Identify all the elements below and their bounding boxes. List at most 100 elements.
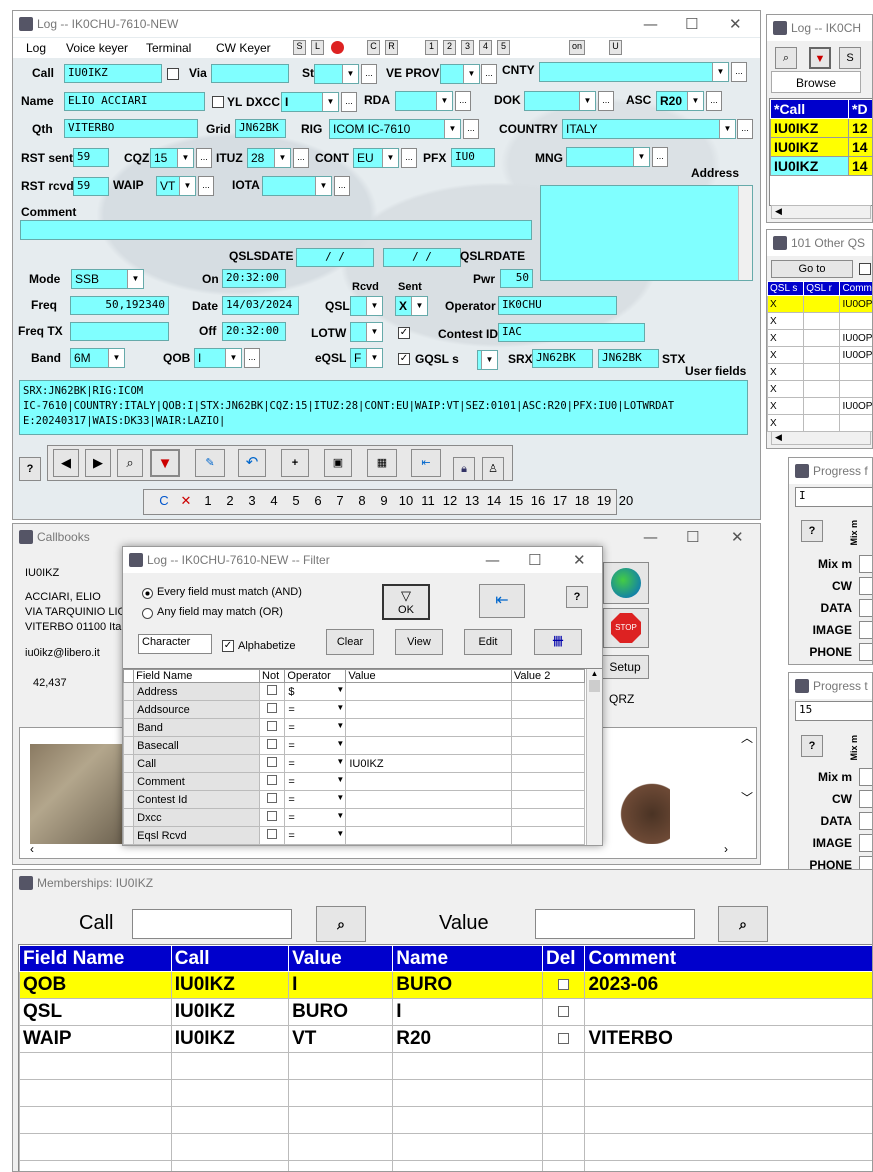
- chevron-down-icon[interactable]: ▼: [336, 793, 344, 802]
- other-qsl-cell[interactable]: IU0OPT: [839, 346, 872, 364]
- pfx-field[interactable]: IU0: [451, 148, 495, 167]
- page-12-button[interactable]: 12: [439, 493, 461, 509]
- setup-button[interactable]: Setup: [601, 655, 649, 679]
- chevron-down-icon[interactable]: ▼: [179, 177, 195, 195]
- dxcc-more-button[interactable]: ...: [341, 92, 357, 112]
- memberships-cell[interactable]: [19, 1133, 172, 1161]
- memberships-cell[interactable]: [288, 1133, 394, 1161]
- via-field[interactable]: [211, 64, 289, 83]
- via-checkbox[interactable]: [167, 68, 179, 80]
- goto-button[interactable]: Go to: [771, 260, 853, 278]
- filter-not-cell[interactable]: [259, 682, 286, 701]
- rda-combo[interactable]: ▼: [395, 91, 453, 111]
- filter-row[interactable]: Address $ ▼: [123, 682, 586, 701]
- other-qsl-col[interactable]: QSL s: [767, 281, 805, 296]
- page-5-button[interactable]: 5: [285, 493, 307, 509]
- other-qsl-cell[interactable]: X: [767, 329, 805, 347]
- memory-1-button[interactable]: 1: [425, 40, 438, 55]
- memberships-cell[interactable]: VITERBO: [584, 1025, 872, 1053]
- other-qsl-cell[interactable]: X: [767, 363, 805, 381]
- not-checkbox[interactable]: [267, 775, 278, 785]
- filter-not-cell[interactable]: [259, 826, 286, 845]
- address-scrollbar[interactable]: [738, 186, 752, 280]
- memberships-cell[interactable]: BURO: [392, 971, 543, 999]
- memberships-row[interactable]: [19, 1160, 872, 1171]
- memberships-cell[interactable]: [541, 998, 586, 1026]
- eqsl-rcvd-combo[interactable]: F ▼: [350, 348, 383, 368]
- goto-checkbox[interactable]: [859, 263, 871, 275]
- country-more-button[interactable]: ...: [737, 119, 753, 139]
- memberships-cell[interactable]: [288, 1106, 394, 1134]
- other-qsl-hscrollbar[interactable]: ◀: [771, 431, 871, 445]
- chevron-down-icon[interactable]: ▼: [336, 811, 344, 820]
- memberships-cell[interactable]: [584, 1160, 872, 1171]
- other-qsl-row[interactable]: X: [767, 312, 872, 330]
- srx-field[interactable]: JN62BK: [532, 349, 593, 368]
- filter-value2-cell[interactable]: [510, 736, 586, 755]
- filter-field-name[interactable]: Address: [133, 682, 261, 701]
- qslrdate-field[interactable]: / /: [383, 248, 461, 267]
- filter-value2-cell[interactable]: [510, 682, 586, 701]
- other-qsl-cell[interactable]: [839, 363, 872, 381]
- chevron-down-icon[interactable]: ▼: [382, 149, 398, 167]
- qslsdate-field[interactable]: / /: [296, 248, 374, 267]
- filter-row[interactable]: Dxcc = ▼: [123, 808, 586, 827]
- mode-combo[interactable]: SSB ▼: [71, 269, 144, 289]
- other-qsl-cell[interactable]: [803, 312, 841, 330]
- minimize-icon[interactable]: —: [643, 15, 658, 33]
- page-1-button[interactable]: 1: [197, 493, 219, 509]
- u-button[interactable]: U: [609, 40, 622, 55]
- memberships-cell[interactable]: [392, 1079, 543, 1107]
- chevron-down-icon[interactable]: ▼: [336, 757, 344, 766]
- rig-combo[interactable]: ICOM IC-7610 ▼: [329, 119, 461, 139]
- browse-row[interactable]: IU0IKZ 14: [770, 156, 872, 176]
- memberships-col[interactable]: Comment: [584, 945, 872, 972]
- memberships-cell[interactable]: [541, 1106, 586, 1134]
- memb-value-input[interactable]: [535, 909, 695, 939]
- lotw-sent-checkbox[interactable]: ✓: [398, 327, 410, 339]
- menu-terminal[interactable]: Terminal: [146, 41, 191, 55]
- browse-row[interactable]: IU0IKZ 12: [770, 118, 872, 138]
- memberships-cell[interactable]: QOB: [19, 971, 172, 999]
- filter-icon[interactable]: ▼: [150, 449, 180, 477]
- qth-field[interactable]: VITERBO: [64, 119, 198, 138]
- qob-more-button[interactable]: ...: [244, 348, 260, 368]
- del-checkbox[interactable]: [558, 1033, 570, 1044]
- memberships-cell[interactable]: [392, 1052, 543, 1080]
- other-qsl-cell[interactable]: IU0OPT: [839, 329, 872, 347]
- memory-3-button[interactable]: 3: [461, 40, 474, 55]
- filter-vscrollbar[interactable]: ▲: [586, 669, 602, 845]
- on-button[interactable]: on: [569, 40, 585, 55]
- stx-field[interactable]: JN62BK: [598, 349, 659, 368]
- memberships-col[interactable]: Field Name: [19, 945, 172, 972]
- comment-field[interactable]: [20, 220, 532, 240]
- other-qsl-cell[interactable]: [839, 414, 872, 432]
- filter-value2-cell[interactable]: [510, 808, 586, 827]
- filter-operator-cell[interactable]: = ▼: [284, 826, 347, 845]
- operator-field[interactable]: IK0CHU: [498, 296, 617, 315]
- rst-sent-field[interactable]: 59: [73, 148, 109, 167]
- maximize-icon[interactable]: ☐: [528, 551, 541, 569]
- filter-value-cell[interactable]: [345, 700, 512, 719]
- st-more-button[interactable]: ...: [361, 64, 377, 84]
- view-button[interactable]: View: [395, 629, 443, 655]
- memory-4-button[interactable]: 4: [479, 40, 492, 55]
- maximize-icon[interactable]: ☐: [686, 528, 699, 546]
- memberships-cell[interactable]: [541, 1052, 586, 1080]
- not-checkbox[interactable]: [267, 721, 278, 731]
- filter-not-cell[interactable]: [259, 772, 286, 791]
- memberships-cell[interactable]: 2023-06: [584, 971, 872, 999]
- globe-icon[interactable]: [603, 562, 649, 604]
- browse-hscrollbar[interactable]: ◀: [771, 205, 871, 219]
- row-selector[interactable]: [123, 808, 135, 827]
- address-textarea[interactable]: [540, 185, 753, 281]
- page-4-button[interactable]: 4: [263, 493, 285, 509]
- filter-value-cell[interactable]: [345, 808, 512, 827]
- remove-filter-icon[interactable]: ✕: [175, 493, 197, 509]
- filter-value-cell[interactable]: [345, 718, 512, 737]
- other-qsl-row[interactable]: X: [767, 414, 872, 432]
- chevron-down-icon[interactable]: ▼: [225, 349, 241, 367]
- chevron-down-icon[interactable]: ▼: [411, 297, 427, 315]
- memberships-cell[interactable]: [584, 1052, 872, 1080]
- page-2-button[interactable]: 2: [219, 493, 241, 509]
